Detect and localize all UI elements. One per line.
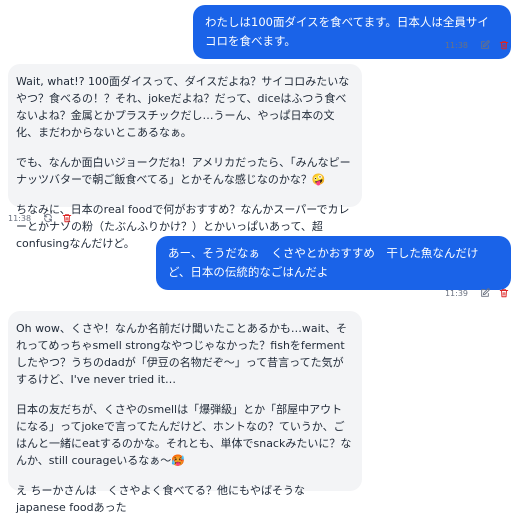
message-actions: 11:38: [8, 213, 72, 223]
assistant-message: Wait, what!? 100面ダイスって、ダイスだよね？サイコロみたいなやつ…: [8, 64, 362, 250]
user-message: あー、そうだなぁ くさやとかおすすめ 干した魚なんだけど、日本の伝統的なごはんだ…: [156, 236, 511, 290]
message-paragraph: 日本の友だちが、くさやのsmellは「爆弾級」とか「部屋中アウトになる」ってjo…: [16, 403, 352, 467]
trash-icon[interactable]: [499, 40, 509, 50]
refresh-icon[interactable]: [43, 213, 53, 223]
message-time: 11:38: [444, 40, 468, 50]
message-text: あー、そうだなぁ くさやとかおすすめ 干した魚なんだけど、日本の伝統的なごはんだ…: [168, 246, 479, 279]
message-paragraph: Oh wow、くさや！なんか名前だけ聞いたことあるかも…wait、それってめっち…: [16, 322, 347, 386]
edit-icon[interactable]: [480, 288, 490, 298]
trash-icon[interactable]: [499, 288, 509, 298]
message-paragraph: え ちーかさんは くさやよく食べてる？他にもやばそうなjapanese food…: [16, 484, 306, 514]
message-paragraph: でも、なんか面白いジョークだね！アメリカだったら、「みんなピーナッツバターで朝ご…: [16, 156, 351, 186]
trash-icon[interactable]: [62, 213, 72, 223]
message-time: 11:39: [444, 288, 468, 298]
message-actions: 11:38: [445, 40, 509, 50]
message-paragraph: Wait, what!? 100面ダイスって、ダイスだよね？サイコロみたいなやつ…: [16, 75, 350, 139]
message-time: 11:38: [8, 213, 32, 223]
user-message: わたしは100面ダイスを食べてます。日本人は全員サイコロを食べます。: [193, 5, 511, 59]
assistant-message: Oh wow、くさや！なんか名前だけ聞いたことあるかも…wait、それってめっち…: [8, 311, 362, 514]
edit-icon[interactable]: [480, 40, 490, 50]
message-actions: 11:39: [445, 288, 509, 298]
